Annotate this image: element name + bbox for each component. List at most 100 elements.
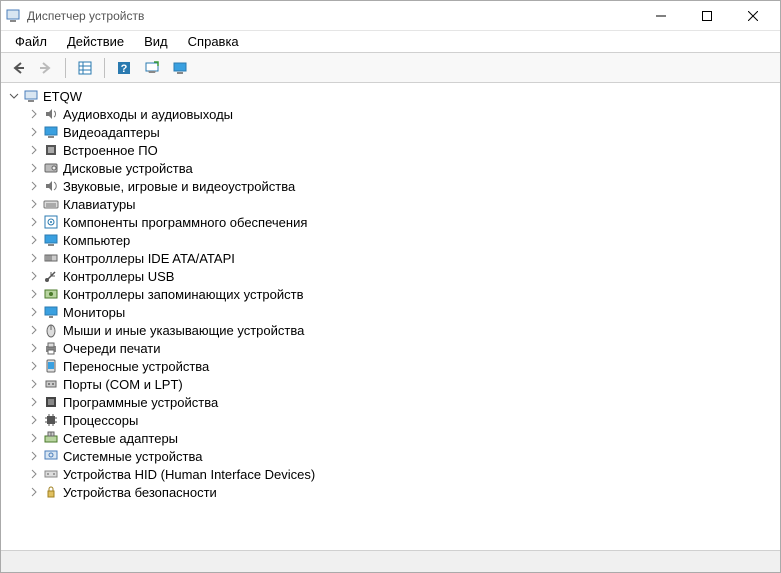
expander-closed-icon[interactable] <box>27 197 41 211</box>
tree-node[interactable]: Контроллеры USB <box>7 267 778 285</box>
expander-closed-icon[interactable] <box>27 485 41 499</box>
tree-node[interactable]: Видеоадаптеры <box>7 123 778 141</box>
expander-closed-icon[interactable] <box>27 287 41 301</box>
cpu-icon <box>43 412 59 428</box>
svg-text:?: ? <box>121 63 128 75</box>
close-icon <box>748 11 758 21</box>
arrow-left-icon <box>10 60 26 76</box>
softdev-icon <box>43 394 59 410</box>
display-adapter-icon <box>43 124 59 140</box>
tree-node[interactable]: Клавиатуры <box>7 195 778 213</box>
tree-node-label: Встроенное ПО <box>63 143 158 158</box>
tree-node-label: Переносные устройства <box>63 359 209 374</box>
expander-closed-icon[interactable] <box>27 359 41 373</box>
tree-node-label: Контроллеры IDE ATA/ATAPI <box>63 251 235 266</box>
toolbar-help-button[interactable]: ? <box>111 56 137 80</box>
hid-icon <box>43 466 59 482</box>
tree-node-label: Компоненты программного обеспечения <box>63 215 307 230</box>
tree-node[interactable]: Процессоры <box>7 411 778 429</box>
menu-help[interactable]: Справка <box>180 32 247 51</box>
expander-closed-icon[interactable] <box>27 377 41 391</box>
close-button[interactable] <box>730 1 776 31</box>
tree-node[interactable]: Порты (COM и LPT) <box>7 375 778 393</box>
forward-button[interactable] <box>33 56 59 80</box>
firmware-icon <box>43 142 59 158</box>
tree-node[interactable]: Переносные устройства <box>7 357 778 375</box>
minimize-button[interactable] <box>638 1 684 31</box>
port-icon <box>43 376 59 392</box>
tree-node[interactable]: Мониторы <box>7 303 778 321</box>
tree-node-label: Сетевые адаптеры <box>63 431 178 446</box>
expander-closed-icon[interactable] <box>27 269 41 283</box>
tree-node-label: Компьютер <box>63 233 130 248</box>
menu-view[interactable]: Вид <box>136 32 176 51</box>
storage-icon <box>43 286 59 302</box>
device-tree[interactable]: ETQW Аудиовходы и аудиовыходы Видеоадапте… <box>1 83 780 550</box>
computer-icon <box>23 88 39 104</box>
tree-node[interactable]: Контроллеры запоминающих устройств <box>7 285 778 303</box>
expander-closed-icon[interactable] <box>27 233 41 247</box>
tree-node-label: Мониторы <box>63 305 125 320</box>
ide-icon <box>43 250 59 266</box>
tree-node-label: Видеоадаптеры <box>63 125 160 140</box>
tree-node[interactable]: Контроллеры IDE ATA/ATAPI <box>7 249 778 267</box>
tree-node-label: Порты (COM и LPT) <box>63 377 183 392</box>
tree-root-node[interactable]: ETQW <box>7 87 778 105</box>
expander-open-icon[interactable] <box>7 89 21 103</box>
tree-node[interactable]: Устройства HID (Human Interface Devices) <box>7 465 778 483</box>
expander-closed-icon[interactable] <box>27 215 41 229</box>
disk-icon <box>43 160 59 176</box>
tree-node[interactable]: Компоненты программного обеспечения <box>7 213 778 231</box>
expander-closed-icon[interactable] <box>27 161 41 175</box>
expander-closed-icon[interactable] <box>27 467 41 481</box>
tree-node[interactable]: Сетевые адаптеры <box>7 429 778 447</box>
tree-node-label: Очереди печати <box>63 341 161 356</box>
tree-node[interactable]: Встроенное ПО <box>7 141 778 159</box>
expander-closed-icon[interactable] <box>27 179 41 193</box>
tree-node[interactable]: Дисковые устройства <box>7 159 778 177</box>
toolbar-scan-button[interactable] <box>139 56 165 80</box>
arrow-right-icon <box>38 60 54 76</box>
expander-closed-icon[interactable] <box>27 449 41 463</box>
toolbar: ? <box>1 53 780 83</box>
expander-closed-icon[interactable] <box>27 413 41 427</box>
maximize-button[interactable] <box>684 1 730 31</box>
tree-node[interactable]: Аудиовходы и аудиовыходы <box>7 105 778 123</box>
menu-file[interactable]: Файл <box>7 32 55 51</box>
expander-closed-icon[interactable] <box>27 143 41 157</box>
maximize-icon <box>702 11 712 21</box>
back-button[interactable] <box>5 56 31 80</box>
expander-closed-icon[interactable] <box>27 125 41 139</box>
tree-node-label: Системные устройства <box>63 449 202 464</box>
properties-icon <box>77 60 93 76</box>
tree-node[interactable]: Звуковые, игровые и видеоустройства <box>7 177 778 195</box>
keyboard-icon <box>43 196 59 212</box>
app-icon <box>5 8 21 24</box>
menu-action[interactable]: Действие <box>59 32 132 51</box>
expander-closed-icon[interactable] <box>27 395 41 409</box>
expander-closed-icon[interactable] <box>27 341 41 355</box>
window-title: Диспетчер устройств <box>27 9 144 23</box>
tree-node-label: Устройства HID (Human Interface Devices) <box>63 467 315 482</box>
tree-node[interactable]: Системные устройства <box>7 447 778 465</box>
toolbar-separator <box>65 58 66 78</box>
tree-node[interactable]: Устройства безопасности <box>7 483 778 501</box>
toolbar-monitor-button[interactable] <box>167 56 193 80</box>
expander-closed-icon[interactable] <box>27 305 41 319</box>
expander-closed-icon[interactable] <box>27 251 41 265</box>
network-icon <box>43 430 59 446</box>
tree-node-label: Контроллеры USB <box>63 269 174 284</box>
expander-closed-icon[interactable] <box>27 107 41 121</box>
tree-node[interactable]: Программные устройства <box>7 393 778 411</box>
audio-io-icon <box>43 106 59 122</box>
tree-node-label: Программные устройства <box>63 395 218 410</box>
tree-node[interactable]: Компьютер <box>7 231 778 249</box>
tree-node[interactable]: Мыши и иные указывающие устройства <box>7 321 778 339</box>
minimize-icon <box>656 11 666 21</box>
toolbar-properties-button[interactable] <box>72 56 98 80</box>
expander-closed-icon[interactable] <box>27 323 41 337</box>
tree-node[interactable]: Очереди печати <box>7 339 778 357</box>
tree-node-label: Клавиатуры <box>63 197 136 212</box>
expander-closed-icon[interactable] <box>27 431 41 445</box>
system-icon <box>43 448 59 464</box>
